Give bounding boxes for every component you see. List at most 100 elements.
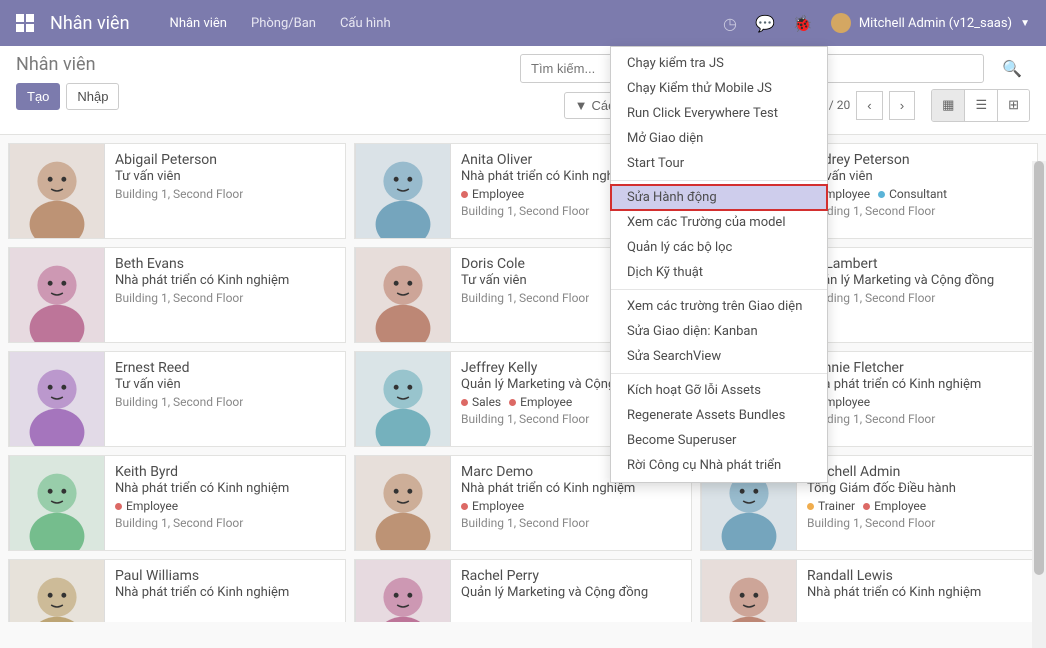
employee-title: Nhà phát triển có Kinh nghiệm	[115, 273, 289, 288]
dev-menu-item[interactable]: Regenerate Assets Bundles	[611, 403, 827, 428]
tag-dot-icon	[863, 503, 870, 510]
dev-menu-item[interactable]: Quản lý các bộ lọc	[611, 235, 827, 260]
kanban-view: Abigail PetersonTư vấn viênBuilding 1, S…	[0, 135, 1046, 622]
dev-menu-item[interactable]: Sửa Hành động	[611, 185, 827, 210]
view-activity-button[interactable]: ⊞	[998, 90, 1029, 121]
employee-photo	[355, 560, 451, 622]
employee-card[interactable]: Keith ByrdNhà phát triển có Kinh nghiệm E…	[8, 455, 346, 551]
employee-name: Doris Cole	[461, 256, 589, 272]
employee-photo	[9, 144, 105, 238]
caret-down-icon: ▼	[1020, 18, 1030, 29]
nav-link[interactable]: Phòng/Ban	[251, 16, 316, 31]
tag: Sales	[461, 395, 501, 409]
nav-link[interactable]: Nhân viên	[170, 16, 227, 31]
dev-menu-item[interactable]: Sửa Giao diện: Kanban	[611, 319, 827, 344]
scroll-thumb[interactable]	[1034, 161, 1044, 575]
employee-card[interactable]: Randall LewisNhà phát triển có Kinh nghi…	[700, 559, 1038, 622]
employee-location: Building 1, Second Floor	[115, 516, 289, 530]
employee-name: Rachel Perry	[461, 568, 648, 584]
employee-title: Nhà phát triển có Kinh nghiệm	[461, 481, 635, 496]
dev-menu-item[interactable]: Run Click Everywhere Test	[611, 101, 827, 126]
employee-photo	[701, 560, 797, 622]
employee-location: Building 1, Second Floor	[115, 291, 289, 305]
employee-tags: EmployeeConsultant	[807, 187, 947, 201]
employee-name: Beth Evans	[115, 256, 289, 272]
employee-name: Mitchell Admin	[807, 464, 956, 480]
employee-card[interactable]: Paul WilliamsNhà phát triển có Kinh nghi…	[8, 559, 346, 622]
employee-card[interactable]: Beth EvansNhà phát triển có Kinh nghiệm B…	[8, 247, 346, 343]
employee-tags: Employee	[115, 499, 289, 513]
tag-dot-icon	[509, 399, 516, 406]
employee-location: Building 1, Second Floor	[807, 516, 956, 530]
nav-links: Nhân viên Phòng/Ban Cấu hình	[170, 16, 391, 31]
dev-menu-item[interactable]: Chạy Kiểm thử Mobile JS	[611, 76, 827, 101]
menu-separator	[611, 373, 827, 374]
employee-location: Building 1, Second Floor	[461, 516, 635, 530]
employee-tags: Trainer Employee	[807, 499, 956, 513]
nav-link[interactable]: Cấu hình	[340, 16, 391, 31]
employee-title: Nhà phát triển có Kinh nghiệm	[115, 585, 289, 600]
pager-prev-button[interactable]: ‹	[856, 91, 882, 120]
dev-menu-item[interactable]: Kích hoạt Gỡ lỗi Assets	[611, 378, 827, 403]
employee-location: Building 1, Second Floor	[807, 204, 947, 218]
employee-name: Abigail Peterson	[115, 152, 243, 168]
control-panel: Nhân viên Tạo Nhập 🔍 ▼ Các Bộ lọc ▾ ★ Ưa…	[0, 46, 1046, 135]
employee-name: Paul Williams	[115, 568, 289, 584]
employee-name: Randall Lewis	[807, 568, 981, 584]
breadcrumb: Nhân viên	[16, 54, 520, 75]
tag-dot-icon	[461, 399, 468, 406]
employee-name: Ernest Reed	[115, 360, 243, 376]
create-button[interactable]: Tạo	[16, 83, 60, 110]
tag-dot-icon	[807, 503, 814, 510]
chat-icon[interactable]: 💬	[755, 14, 775, 33]
employee-title: Nhà phát triển có Kinh nghiệm	[807, 377, 981, 392]
menu-separator	[611, 289, 827, 290]
employee-location: Building 1, Second Floor	[115, 395, 243, 409]
pager-next-button[interactable]: ›	[889, 91, 915, 120]
employee-card[interactable]: Rachel PerryQuản lý Marketing và Cộng đồ…	[354, 559, 692, 622]
employee-photo	[355, 144, 451, 238]
tag-dot-icon	[461, 503, 468, 510]
dev-menu-item[interactable]: Start Tour	[611, 151, 827, 176]
employee-name: Eli Lambert	[807, 256, 994, 272]
employee-photo	[9, 560, 105, 622]
employee-title: Quản lý Marketing và Cộng đồng	[461, 585, 648, 600]
dev-menu-item[interactable]: Xem các trường trên Giao diện	[611, 294, 827, 319]
employee-card[interactable]: Ernest ReedTư vấn viênBuilding 1, Second…	[8, 351, 346, 447]
import-button[interactable]: Nhập	[66, 83, 119, 110]
tag: Employee	[461, 187, 524, 201]
brand: Nhân viên	[50, 13, 130, 34]
tag-dot-icon	[115, 503, 122, 510]
employee-location: Building 1, Second Floor	[807, 412, 981, 426]
employee-location: Building 1, Second Floor	[115, 187, 243, 201]
tag: Trainer	[807, 499, 855, 513]
filter-icon: ▼	[575, 98, 588, 113]
dev-menu-item[interactable]: Sửa SearchView	[611, 344, 827, 369]
apps-icon[interactable]	[16, 14, 34, 32]
dev-menu-item[interactable]: Xem các Trường của model	[611, 210, 827, 235]
employee-tags: Employee	[461, 499, 635, 513]
view-kanban-button[interactable]: ▦	[932, 90, 965, 121]
user-menu[interactable]: Mitchell Admin (v12_saas) ▼	[831, 13, 1030, 33]
main-scrollbar[interactable]	[1032, 161, 1046, 648]
employee-title: Nhà phát triển có Kinh nghiệm	[115, 481, 289, 496]
dev-menu-item[interactable]: Become Superuser	[611, 428, 827, 453]
user-name: Mitchell Admin (v12_saas)	[859, 16, 1012, 31]
view-list-button[interactable]: ☰	[965, 90, 998, 121]
menu-separator	[611, 180, 827, 181]
bug-icon[interactable]: 🐞	[793, 14, 813, 33]
dev-menu-item[interactable]: Chạy kiểm tra JS	[611, 51, 827, 76]
tag: Employee	[863, 499, 926, 513]
dev-menu-item[interactable]: Mở Giao diện	[611, 126, 827, 151]
tag: Employee	[509, 395, 572, 409]
tag: Consultant	[878, 187, 947, 201]
employee-card[interactable]: Abigail PetersonTư vấn viênBuilding 1, S…	[8, 143, 346, 239]
employee-name: Keith Byrd	[115, 464, 289, 480]
search-icon[interactable]: 🔍	[994, 55, 1030, 82]
dev-menu-item[interactable]: Dịch Kỹ thuật	[611, 260, 827, 285]
dev-menu-item[interactable]: Rời Công cụ Nhà phát triển	[611, 453, 827, 478]
employee-name: Audrey Peterson	[807, 152, 947, 168]
employee-title: Nhà phát triển có Kinh nghiệm	[807, 585, 981, 600]
tag-dot-icon	[878, 191, 885, 198]
clock-icon[interactable]: ◷	[723, 14, 737, 33]
